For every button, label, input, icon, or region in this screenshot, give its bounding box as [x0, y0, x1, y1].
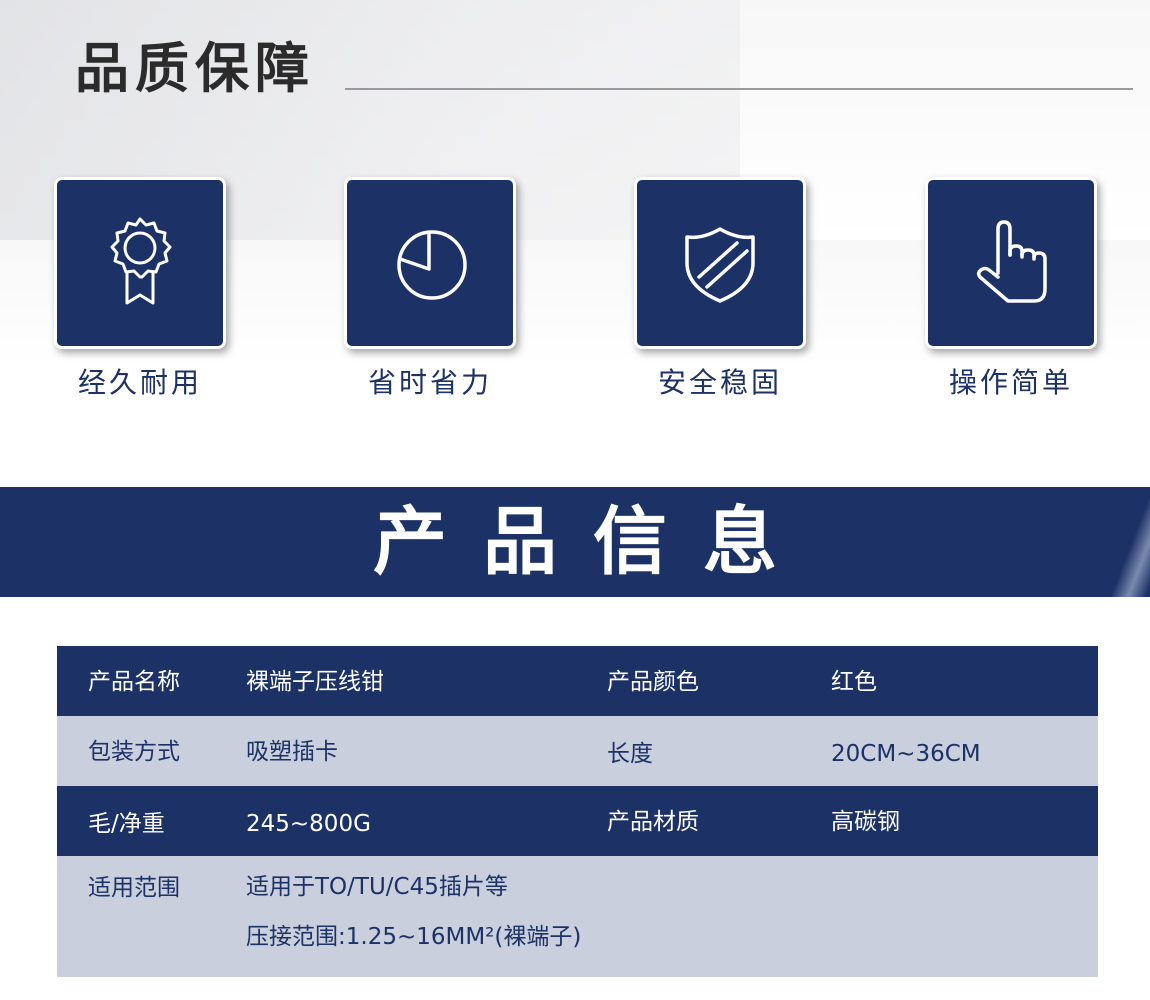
spec-value: 裸端子压线钳 [246, 669, 384, 695]
table-row: 产品名称 裸端子压线钳 产品颜色 红色 [57, 646, 1098, 716]
clock-icon [397, 230, 467, 300]
quality-section: 品质保障 经久耐用 省时省力 安全稳固 操作简单 [0, 0, 1150, 487]
feature-label: 安全稳固 [657, 366, 782, 399]
feature-label: 操作简单 [948, 366, 1073, 399]
spec-value: 吸塑插卡 [246, 739, 338, 765]
spec-key: 产品名称 [88, 669, 180, 695]
table-row: 包装方式 吸塑插卡 长度 20CM~36CM [57, 716, 1098, 786]
spec-key: 包装方式 [88, 739, 180, 765]
title-divider [345, 88, 1133, 90]
shield-icon [685, 227, 755, 303]
spec-value: 适用于TO/TU/C45插片等 压接范围:1.25~16MM²(裸端子) [246, 862, 581, 962]
banner-title: 产品信息 [373, 499, 813, 585]
product-info-banner: 产品信息 [0, 487, 1150, 597]
spec-key: 长度 [607, 741, 653, 767]
spec-value-line: 压接范围:1.25~16MM²(裸端子) [246, 924, 582, 950]
feature-tile [925, 177, 1097, 349]
feature-safe: 安全稳固 [634, 177, 806, 399]
spec-key: 产品材质 [607, 809, 699, 835]
feature-label: 经久耐用 [77, 366, 202, 399]
feature-label: 省时省力 [367, 366, 492, 399]
feature-durable: 经久耐用 [54, 177, 226, 399]
spec-key: 产品颜色 [607, 669, 699, 695]
spec-table: 产品名称 裸端子压线钳 产品颜色 红色 包装方式 吸塑插卡 长度 20CM~36… [57, 646, 1098, 977]
feature-easy: 操作简单 [925, 177, 1097, 399]
spec-key: 适用范围 [88, 875, 180, 901]
spec-value: 20CM~36CM [831, 741, 981, 767]
feature-tile [54, 177, 226, 349]
feature-tile [634, 177, 806, 349]
spec-value: 245~800G [246, 811, 371, 837]
spec-value-line: 适用于TO/TU/C45插片等 [246, 874, 508, 900]
spec-key: 毛/净重 [88, 811, 165, 837]
pointing-hand-icon [976, 220, 1047, 303]
spec-value: 红色 [831, 669, 877, 695]
table-row: 适用范围 适用于TO/TU/C45插片等 压接范围:1.25~16MM²(裸端子… [57, 856, 1098, 977]
feature-time-saving: 省时省力 [344, 177, 516, 399]
feature-tile [344, 177, 516, 349]
quality-title: 品质保障 [75, 37, 315, 100]
award-badge-icon [110, 217, 172, 305]
table-row: 毛/净重 245~800G 产品材质 高碳钢 [57, 786, 1098, 856]
spec-value: 高碳钢 [831, 809, 900, 835]
